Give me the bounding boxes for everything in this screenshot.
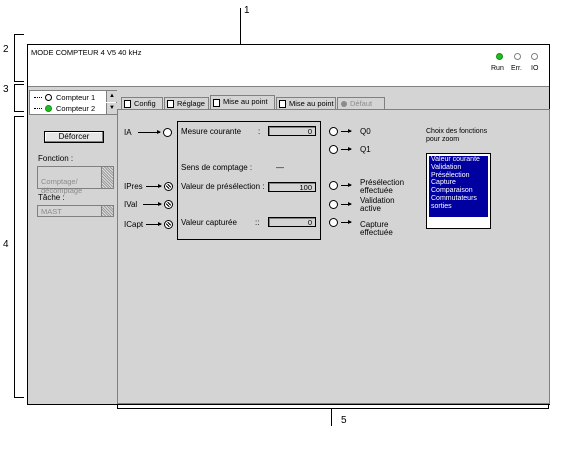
callout-2-bracket-top: [14, 34, 24, 35]
counter-list[interactable]: Compteur 1 Compteur 2 ▲ ▼: [29, 90, 117, 115]
counter-1-led-icon: [45, 94, 52, 101]
callout-4-bracket-top: [14, 116, 24, 117]
zoom-selection: Valeur courante Validation Présélection …: [429, 156, 488, 217]
output-q0-arrow: [341, 129, 352, 133]
validation-led: [329, 200, 338, 209]
counter-scroll-down[interactable]: ▼: [106, 103, 117, 114]
output-q1-led: [329, 145, 338, 154]
counter-2-label: Compteur 2: [56, 104, 96, 113]
preset-done-led: [329, 181, 338, 190]
input-ival-label: IVal: [124, 200, 138, 209]
callout-3-bracket-bottom: [14, 111, 24, 112]
run-led: [496, 53, 503, 60]
tree-branch-icon: [34, 97, 42, 98]
input-icapt-arrow: [146, 222, 162, 226]
tab-reglage-label: Réglage: [177, 99, 205, 108]
zoom-item[interactable]: Présélection: [431, 172, 488, 180]
tab-mise-au-point-label: Mise au point: [223, 97, 268, 106]
tab-defaut-label: Défaut: [350, 99, 373, 108]
zoom-item[interactable]: Valeur courante: [431, 156, 488, 164]
input-ival-arrow: [143, 202, 162, 206]
callout-3-bracket-top: [14, 84, 24, 85]
callout-1: 1: [244, 5, 250, 16]
function-label: Fonction :: [38, 154, 74, 163]
tab-mise-au-point-2-label: Mise au point: [289, 99, 334, 108]
callout-2: 2: [3, 44, 9, 55]
current-value-colon: :: [258, 127, 261, 136]
zoom-item[interactable]: Comparaison: [431, 187, 488, 195]
callout-2-bracket-bottom: [14, 81, 24, 82]
input-ipres-led: [164, 182, 173, 191]
io-led: [531, 53, 538, 60]
err-led: [514, 53, 521, 60]
counter-1-label: Compteur 1: [56, 93, 96, 102]
validation-label: Validation active: [360, 196, 395, 213]
preset-done-arrow: [341, 183, 352, 187]
input-icapt-label: ICapt: [124, 220, 144, 229]
direction-value: —: [276, 163, 284, 172]
validation-arrow: [341, 202, 352, 206]
callout-5: 5: [341, 415, 347, 426]
callout-3-bracket: [14, 84, 15, 112]
adjust-icon: [167, 100, 174, 108]
tab-mise-au-point[interactable]: Mise au point: [210, 95, 275, 110]
input-ival-led: [164, 200, 173, 209]
callout-5-line: [331, 408, 332, 426]
input-ia-label: IA: [124, 128, 132, 137]
capture-done-arrow: [341, 220, 352, 224]
config-icon: [124, 100, 131, 108]
callout-4-bracket-bottom: [14, 397, 24, 398]
callout-4-bracket: [14, 116, 15, 398]
preset-value-label: Valeur de présélection :: [181, 182, 265, 191]
task-value: MAST: [41, 207, 62, 216]
counter-2-item[interactable]: Compteur 2: [34, 104, 104, 114]
capture-done-led: [329, 218, 338, 227]
counter-1-item[interactable]: Compteur 1: [34, 93, 104, 103]
input-ipres-arrow: [146, 184, 162, 188]
tab-config-label: Config: [134, 99, 156, 108]
window-title: MODE COMPTEUR 4 V5 40 kHz: [31, 48, 142, 57]
callout-4: 4: [3, 239, 9, 250]
input-ia-led: [163, 128, 172, 137]
callout-5-bracket: [117, 408, 549, 409]
debug-icon: [213, 99, 220, 107]
run-label: Run: [491, 65, 504, 72]
output-q0-led: [329, 127, 338, 136]
zoom-item[interactable]: sorties: [431, 203, 488, 211]
preset-done-label: Présélection effectuée: [360, 178, 405, 195]
captured-value-label: Valeur capturée: [181, 218, 237, 227]
io-label: IO: [531, 65, 539, 72]
zoom-item[interactable]: Capture: [431, 179, 488, 187]
output-q0-label: Q0: [360, 127, 371, 136]
counter-scroll-up[interactable]: ▲: [106, 91, 117, 102]
current-value-label: Mesure courante: [181, 127, 242, 136]
function-scroll[interactable]: [101, 167, 113, 188]
preset-value-display: 100: [268, 182, 316, 192]
input-ia-arrow: [138, 130, 161, 134]
callout-3: 3: [3, 84, 9, 95]
tree-branch-icon: [34, 108, 42, 109]
counter-2-led-icon: [45, 105, 52, 112]
task-label: Tâche :: [38, 193, 65, 202]
output-q1-label: Q1: [360, 145, 371, 154]
callout-2-bracket: [14, 34, 15, 82]
zoom-item[interactable]: Commutateurs: [431, 195, 488, 203]
input-ipres-label: IPres: [124, 182, 143, 191]
unforce-button[interactable]: Déforcer: [44, 131, 104, 143]
captured-value-colon: ::: [255, 218, 260, 227]
zoom-function-list[interactable]: Valeur courante Validation Présélection …: [426, 153, 491, 229]
zoom-item[interactable]: Validation: [431, 164, 488, 172]
err-label: Err.: [511, 65, 522, 72]
zoom-title: Choix des fonctions pour zoom: [426, 128, 488, 143]
output-q1-arrow: [341, 147, 352, 151]
captured-value-display: 0: [268, 217, 316, 227]
task-scroll[interactable]: [101, 206, 113, 216]
direction-label: Sens de comptage :: [181, 163, 253, 172]
fault-icon: [341, 101, 347, 107]
input-icapt-led: [164, 220, 173, 229]
capture-done-label: Capture effectuée: [360, 220, 393, 237]
debug-icon: [279, 100, 286, 108]
current-value-display: 0: [268, 126, 316, 136]
